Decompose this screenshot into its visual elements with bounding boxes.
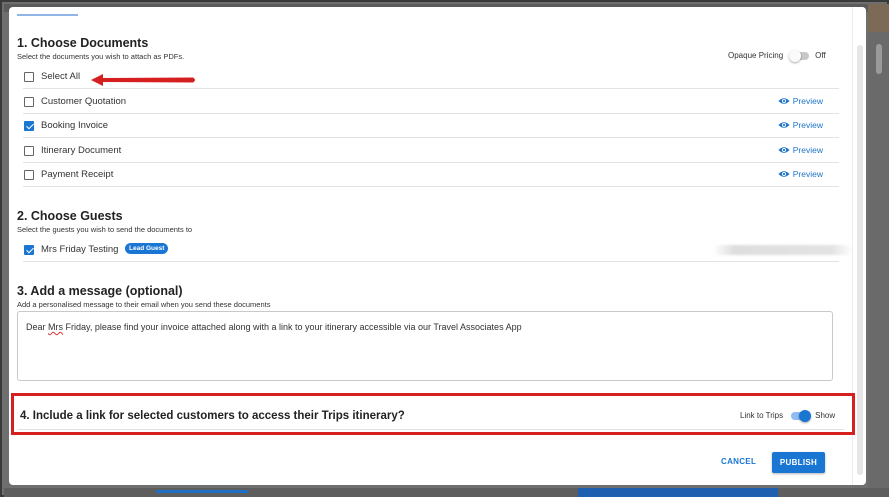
section-subtitle-guests: Select the guests you wish to send the d… [17,225,193,234]
publish-documents-dialog: 1. Choose Documents Select the documents… [9,7,866,485]
link-to-trips-label: Link to Trips [740,411,784,420]
highlight-box-section-4: 4. Include a link for selected customers… [11,393,855,435]
background-scrollbar [868,4,889,488]
select-all-label: Select All [41,71,81,82]
eye-icon [778,122,790,128]
background-tab-indicator [156,490,248,493]
section-title-link-to-trips: 4. Include a link for selected customers… [20,410,405,422]
section-subtitle-message: Add a personalised message to their emai… [17,300,271,309]
section-title-add-message: 3. Add a message (optional) [17,284,183,298]
guest-row[interactable]: Mrs Friday Testing Lead Guest [23,238,853,262]
preview-link[interactable]: Preview [778,169,823,179]
link-to-trips-state: Show [815,411,836,420]
document-label: Customer Quotation [41,96,127,107]
preview-link[interactable]: Preview [778,145,823,155]
toggle-knob [799,409,812,422]
divider [18,429,844,430]
guest-name: Mrs Friday Testing [41,244,119,255]
section-title-choose-documents: 1. Choose Documents [17,36,149,50]
message-text: Dear Mrs Friday, please find your invoic… [26,322,522,332]
link-to-trips-control: Link to Trips Show [740,409,836,422]
background-button [578,488,778,497]
red-arrow-annotation [91,74,195,86]
opaque-pricing-label: Opaque Pricing [728,51,784,60]
preview-link[interactable]: Preview [778,120,823,130]
document-row[interactable]: Booking Invoice Preview [23,114,839,138]
message-prefix: Dear [26,322,49,332]
document-label: Itinerary Document [41,145,122,156]
opaque-pricing-toggle[interactable] [789,49,810,62]
eye-icon [778,98,790,104]
lead-guest-badge: Lead Guest [125,243,169,254]
message-body: Friday, please find your invoice attache… [63,322,522,332]
opaque-pricing-control: Opaque Pricing Off [728,49,826,62]
message-textarea[interactable]: Dear Mrs Friday, please find your invoic… [17,311,833,381]
cancel-button[interactable]: CANCEL [721,457,756,466]
redacted-guest-email [713,245,853,255]
eye-icon [778,171,790,177]
preview-label: Preview [792,120,823,130]
section-subtitle-documents: Select the documents you wish to attach … [17,52,185,61]
opaque-pricing-state: Off [815,51,826,60]
preview-label: Preview [792,96,823,106]
document-checkbox[interactable] [24,170,34,180]
preview-label: Preview [792,169,823,179]
link-to-trips-toggle[interactable] [791,409,812,422]
publish-button[interactable]: PUBLISH [772,452,825,473]
eye-icon [778,147,790,153]
active-tab-indicator [17,14,78,16]
spellcheck-word: Mrs [48,322,64,332]
preview-link[interactable]: Preview [778,96,823,106]
dialog-scroll-rail[interactable] [857,45,863,475]
select-all-checkbox[interactable] [24,72,34,82]
background-scroll-thumb[interactable] [876,44,882,74]
guest-checkbox[interactable] [24,245,34,255]
document-row[interactable]: Itinerary Document Preview [23,139,839,163]
document-row[interactable]: Payment Receipt Preview [23,163,839,187]
background-footer [4,488,889,497]
preview-label: Preview [792,145,823,155]
document-row[interactable]: Customer Quotation Preview [23,90,839,114]
section-title-choose-guests: 2. Choose Guests [17,209,123,223]
document-label: Payment Receipt [41,169,114,180]
document-label: Booking Invoice [41,120,109,131]
document-checkbox[interactable] [24,97,34,107]
background-top-right [868,4,889,32]
toggle-knob [789,49,802,62]
document-checkbox[interactable] [24,146,34,156]
document-checkbox[interactable] [24,121,34,131]
